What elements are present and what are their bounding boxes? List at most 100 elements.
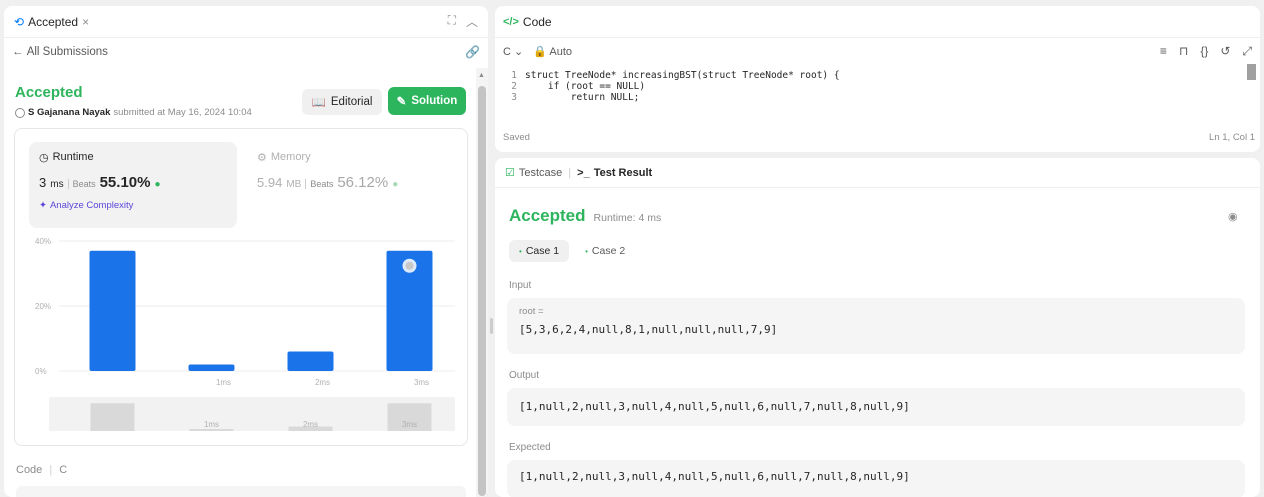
- code-line: 3 return NULL;: [495, 92, 1255, 103]
- status-title: Accepted: [15, 84, 83, 101]
- expected-box[interactable]: [1,null,2,null,3,null,4,null,5,null,6,nu…: [507, 460, 1245, 497]
- eye-icon[interactable]: ◉: [1228, 210, 1238, 223]
- maximize-icon[interactable]: ⛶: [448, 13, 456, 30]
- line-number: 1: [511, 70, 517, 81]
- analyze-label: Analyze Complexity: [49, 200, 134, 211]
- runtime-distribution-chart: 40% 20% 0% 1ms 2ms 3ms 1ms 2ms 3ms: [35, 237, 455, 431]
- code-footer-label: Code: [16, 464, 43, 476]
- apple-icon: ●: [392, 179, 399, 190]
- panel-resize-handle[interactable]: [490, 318, 493, 334]
- line-number: 3: [511, 92, 517, 103]
- panel-controls: ⛶ ︿: [448, 13, 478, 30]
- code-text: if (root == NULL): [525, 81, 646, 92]
- memory-beats-label: Beats: [305, 179, 333, 189]
- pass-dot-icon: •: [519, 246, 522, 256]
- memory-number: 5.94: [257, 175, 283, 190]
- case-label: Case 2: [591, 245, 626, 257]
- expected-label: Expected: [509, 442, 551, 453]
- result-header: Accepted Runtime: 4 ms: [509, 206, 661, 226]
- case-tabs: • Case 1 • Case 2: [509, 240, 635, 262]
- analyze-complexity-link[interactable]: ✦ Analyze Complexity: [39, 200, 133, 211]
- case-label: Case 1: [525, 245, 560, 257]
- runtime-beats-label: Beats: [67, 179, 96, 189]
- cursor-position: Ln 1, Col 1: [1209, 132, 1255, 143]
- output-box[interactable]: [1,null,2,null,3,null,4,null,5,null,6,nu…: [507, 388, 1245, 426]
- case-tab-2[interactable]: • Case 2: [575, 240, 635, 262]
- tab-test-result[interactable]: >_ Test Result: [577, 167, 652, 179]
- user-marker-icon: [405, 261, 414, 270]
- submission-tab-label[interactable]: Accepted: [28, 15, 78, 29]
- overview-bar: [189, 429, 234, 431]
- chart-bar: [89, 250, 136, 371]
- reset-icon[interactable]: ↺: [1220, 44, 1230, 59]
- code-scrollbar-thumb[interactable]: [1247, 64, 1256, 80]
- code-tab-bar: </> Code: [495, 6, 1260, 38]
- memory-header: ⚙ Memory: [257, 151, 311, 164]
- scroll-up-icon[interactable]: ▲: [478, 72, 485, 79]
- result-tab-bar: ☑ Testcase | >_ Test Result: [495, 158, 1260, 188]
- test-result-label: Test Result: [593, 166, 653, 179]
- runtime-metric[interactable]: ◷ Runtime 3 ms Beats 55.10% ● ✦ Analyze …: [29, 142, 237, 228]
- mode-label: Auto: [549, 45, 573, 58]
- runtime-value: 3 ms Beats 55.10% ●: [39, 174, 161, 191]
- input-label: Input: [509, 280, 532, 291]
- output-label: Output: [509, 370, 540, 381]
- history-icon: ⟲: [14, 14, 25, 29]
- editorial-button[interactable]: 📖 Editorial: [302, 89, 382, 115]
- y-tick-label: 0%: [35, 367, 47, 376]
- memory-metric[interactable]: ⚙ Memory 5.94 MB Beats 56.12% ●: [247, 142, 447, 228]
- runtime-beats-pct: 55.10%: [99, 174, 151, 191]
- format-icon[interactable]: ≡: [1160, 44, 1167, 59]
- stats-card: ◷ Runtime 3 ms Beats 55.10% ● ✦ Analyze …: [14, 128, 468, 446]
- checkbox-icon: ☑: [505, 167, 515, 179]
- book-icon: 📖: [311, 97, 326, 109]
- scrollbar-thumb[interactable]: [478, 86, 486, 496]
- input-box[interactable]: root = [5,3,6,2,4,null,8,1,null,null,nul…: [507, 298, 1245, 354]
- clock-icon: ◷: [39, 152, 49, 164]
- tab-testcase[interactable]: ☑ Testcase: [505, 166, 563, 180]
- bookmark-icon[interactable]: ⊓: [1179, 44, 1188, 59]
- expand-icon[interactable]: ⤢: [1242, 44, 1252, 59]
- saved-status: Saved: [503, 132, 530, 143]
- result-status: Accepted: [509, 206, 586, 225]
- auto-mode[interactable]: 🔒 Auto: [533, 45, 572, 58]
- solution-button[interactable]: ✎ Solution: [388, 87, 466, 115]
- code-icon: </>: [503, 15, 519, 28]
- overview-bar: [90, 403, 135, 431]
- code-line: 2 if (root == NULL): [495, 81, 1255, 92]
- all-submissions-link[interactable]: All Submissions: [27, 46, 108, 58]
- testcase-label: Testcase: [518, 166, 563, 179]
- language-select[interactable]: C ⌄: [503, 45, 523, 58]
- overview-label: 1ms: [204, 420, 219, 429]
- submitted-time: submitted at May 16, 2024 10:04: [113, 107, 252, 118]
- arrow-left-icon[interactable]: ←: [12, 46, 27, 58]
- y-tick-label: 20%: [35, 302, 51, 311]
- input-variable: root =: [519, 306, 544, 317]
- chevron-up-icon[interactable]: ︿: [466, 13, 478, 30]
- separator: |: [49, 464, 53, 476]
- close-icon[interactable]: ×: [82, 15, 89, 29]
- memory-beats-pct: 56.12%: [337, 174, 389, 191]
- submission-meta: S Gajanana Nayak submitted at May 16, 20…: [15, 107, 252, 118]
- sparkle-icon: ✦: [39, 200, 47, 211]
- case-tab-1[interactable]: • Case 1: [509, 240, 570, 262]
- result-runtime: Runtime: 4 ms: [593, 212, 662, 224]
- code-tab-label[interactable]: Code: [523, 15, 552, 29]
- code-footer-lang: C: [59, 464, 68, 476]
- runtime-number: 3: [39, 175, 47, 190]
- input-value: [5,3,6,2,4,null,8,1,null,null,null,7,9]: [519, 323, 778, 336]
- submitted-code-preview[interactable]: [16, 486, 466, 497]
- apple-icon: ●: [154, 179, 161, 190]
- braces-icon[interactable]: {}: [1200, 44, 1208, 59]
- code-editor-panel: </> Code C ⌄ 🔒 Auto ≡ ⊓ {} ↺ ⤢ 1 struct …: [495, 6, 1260, 152]
- test-result-panel: ☑ Testcase | >_ Test Result Accepted Run…: [495, 158, 1260, 497]
- memory-chip-icon: ⚙: [257, 152, 267, 164]
- author-name[interactable]: S Gajanana Nayak: [28, 107, 110, 118]
- code-lines[interactable]: 1 struct TreeNode* increasingBST(struct …: [495, 70, 1255, 103]
- share-link-icon[interactable]: 🔗: [465, 45, 480, 59]
- expected-value: [1,null,2,null,3,null,4,null,5,null,6,nu…: [519, 470, 910, 483]
- x-tick-label: 2ms: [315, 378, 330, 387]
- memory-value: 5.94 MB Beats 56.12% ●: [257, 174, 398, 191]
- code-line: 1 struct TreeNode* increasingBST(struct …: [495, 70, 1255, 81]
- pass-dot-icon: •: [585, 246, 588, 256]
